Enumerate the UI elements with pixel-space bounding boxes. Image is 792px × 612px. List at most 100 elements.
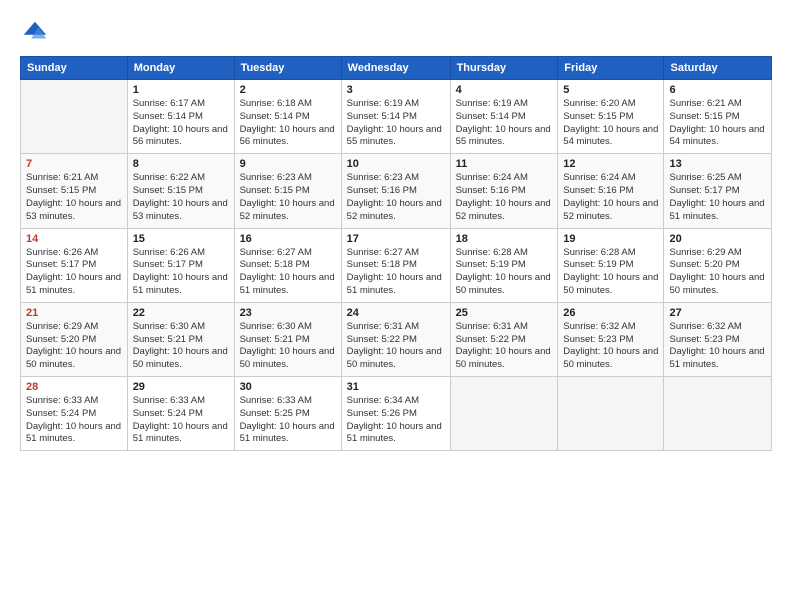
calendar-cell: 18 Sunrise: 6:28 AM Sunset: 5:19 PM Dayli… (450, 228, 558, 302)
logo (20, 18, 52, 46)
day-number: 9 (240, 158, 336, 170)
calendar-cell: 19 Sunrise: 6:28 AM Sunset: 5:19 PM Dayli… (558, 228, 664, 302)
day-number: 6 (669, 84, 766, 96)
calendar-cell: 9 Sunrise: 6:23 AM Sunset: 5:15 PM Daylig… (234, 154, 341, 228)
calendar-cell: 20 Sunrise: 6:29 AM Sunset: 5:20 PM Dayli… (664, 228, 772, 302)
weekday-header-cell: Tuesday (234, 57, 341, 80)
calendar-cell: 8 Sunrise: 6:22 AM Sunset: 5:15 PM Daylig… (127, 154, 234, 228)
day-info: Sunrise: 6:23 AM Sunset: 5:15 PM Dayligh… (240, 172, 336, 223)
day-info: Sunrise: 6:17 AM Sunset: 5:14 PM Dayligh… (133, 98, 229, 149)
day-number: 1 (133, 84, 229, 96)
weekday-header-cell: Thursday (450, 57, 558, 80)
day-info: Sunrise: 6:33 AM Sunset: 5:24 PM Dayligh… (133, 395, 229, 446)
day-number: 21 (26, 307, 122, 319)
day-info: Sunrise: 6:21 AM Sunset: 5:15 PM Dayligh… (26, 172, 122, 223)
header (20, 18, 772, 46)
calendar-cell: 13Sunrise: 6:25 AM Sunset: 5:17 PM Dayli… (664, 154, 772, 228)
calendar-cell: 22 Sunrise: 6:30 AM Sunset: 5:21 PM Dayli… (127, 302, 234, 376)
day-info: Sunrise: 6:33 AM Sunset: 5:25 PM Dayligh… (240, 395, 336, 446)
calendar-cell (21, 80, 128, 154)
calendar-cell: 2Sunrise: 6:18 AM Sunset: 5:14 PM Daylig… (234, 80, 341, 154)
calendar-cell: 7Sunrise: 6:21 AM Sunset: 5:15 PM Daylig… (21, 154, 128, 228)
day-info: Sunrise: 6:23 AM Sunset: 5:16 PM Dayligh… (347, 172, 445, 223)
day-number: 31 (347, 381, 445, 393)
day-info: Sunrise: 6:31 AM Sunset: 5:22 PM Dayligh… (347, 321, 445, 372)
day-number: 20 (669, 233, 766, 245)
weekday-header-cell: Wednesday (341, 57, 450, 80)
day-info: Sunrise: 6:33 AM Sunset: 5:24 PM Dayligh… (26, 395, 122, 446)
calendar-cell: 31 Sunrise: 6:34 AM Sunset: 5:26 PM Dayli… (341, 377, 450, 451)
calendar-cell: 21 Sunrise: 6:29 AM Sunset: 5:20 PM Dayli… (21, 302, 128, 376)
logo-icon (20, 18, 48, 46)
day-info: Sunrise: 6:19 AM Sunset: 5:14 PM Dayligh… (347, 98, 445, 149)
calendar-cell: 29 Sunrise: 6:33 AM Sunset: 5:24 PM Dayli… (127, 377, 234, 451)
day-info: Sunrise: 6:31 AM Sunset: 5:22 PM Dayligh… (456, 321, 553, 372)
calendar-cell: 14 Sunrise: 6:26 AM Sunset: 5:17 PM Dayli… (21, 228, 128, 302)
day-number: 23 (240, 307, 336, 319)
day-number: 3 (347, 84, 445, 96)
calendar-cell: 24 Sunrise: 6:31 AM Sunset: 5:22 PM Dayli… (341, 302, 450, 376)
day-number: 15 (133, 233, 229, 245)
calendar-cell: 5 Sunrise: 6:20 AM Sunset: 5:15 PM Daylig… (558, 80, 664, 154)
day-info: Sunrise: 6:29 AM Sunset: 5:20 PM Dayligh… (669, 247, 766, 298)
calendar-cell: 6 Sunrise: 6:21 AM Sunset: 5:15 PM Daylig… (664, 80, 772, 154)
weekday-header-cell: Saturday (664, 57, 772, 80)
calendar-cell: 4 Sunrise: 6:19 AM Sunset: 5:14 PM Daylig… (450, 80, 558, 154)
day-info: Sunrise: 6:27 AM Sunset: 5:18 PM Dayligh… (347, 247, 445, 298)
day-number: 27 (669, 307, 766, 319)
calendar-cell: 11Sunrise: 6:24 AM Sunset: 5:16 PM Dayli… (450, 154, 558, 228)
page: SundayMondayTuesdayWednesdayThursdayFrid… (0, 0, 792, 612)
day-info: Sunrise: 6:24 AM Sunset: 5:16 PM Dayligh… (563, 172, 658, 223)
day-info: Sunrise: 6:19 AM Sunset: 5:14 PM Dayligh… (456, 98, 553, 149)
day-number: 5 (563, 84, 658, 96)
day-info: Sunrise: 6:30 AM Sunset: 5:21 PM Dayligh… (133, 321, 229, 372)
calendar-cell: 12 Sunrise: 6:24 AM Sunset: 5:16 PM Dayli… (558, 154, 664, 228)
calendar-cell: 23 Sunrise: 6:30 AM Sunset: 5:21 PM Dayli… (234, 302, 341, 376)
day-number: 28 (26, 381, 122, 393)
calendar: SundayMondayTuesdayWednesdayThursdayFrid… (20, 56, 772, 451)
day-info: Sunrise: 6:28 AM Sunset: 5:19 PM Dayligh… (563, 247, 658, 298)
day-info: Sunrise: 6:22 AM Sunset: 5:15 PM Dayligh… (133, 172, 229, 223)
day-number: 16 (240, 233, 336, 245)
weekday-header-cell: Monday (127, 57, 234, 80)
day-info: Sunrise: 6:27 AM Sunset: 5:18 PM Dayligh… (240, 247, 336, 298)
day-info: Sunrise: 6:26 AM Sunset: 5:17 PM Dayligh… (133, 247, 229, 298)
day-info: Sunrise: 6:32 AM Sunset: 5:23 PM Dayligh… (669, 321, 766, 372)
calendar-cell: 30 Sunrise: 6:33 AM Sunset: 5:25 PM Dayli… (234, 377, 341, 451)
day-number: 19 (563, 233, 658, 245)
day-info: Sunrise: 6:25 AM Sunset: 5:17 PM Dayligh… (669, 172, 766, 223)
calendar-cell (664, 377, 772, 451)
day-number: 25 (456, 307, 553, 319)
calendar-cell: 28 Sunrise: 6:33 AM Sunset: 5:24 PM Dayli… (21, 377, 128, 451)
calendar-cell: 10 Sunrise: 6:23 AM Sunset: 5:16 PM Dayli… (341, 154, 450, 228)
day-number: 24 (347, 307, 445, 319)
day-info: Sunrise: 6:34 AM Sunset: 5:26 PM Dayligh… (347, 395, 445, 446)
day-number: 2 (240, 84, 336, 96)
day-number: 8 (133, 158, 229, 170)
day-number: 22 (133, 307, 229, 319)
day-info: Sunrise: 6:24 AM Sunset: 5:16 PM Dayligh… (456, 172, 553, 223)
day-number: 17 (347, 233, 445, 245)
day-number: 12 (563, 158, 658, 170)
day-number: 29 (133, 381, 229, 393)
day-info: Sunrise: 6:28 AM Sunset: 5:19 PM Dayligh… (456, 247, 553, 298)
day-number: 14 (26, 233, 122, 245)
calendar-cell: 26Sunrise: 6:32 AM Sunset: 5:23 PM Dayli… (558, 302, 664, 376)
weekday-header-cell: Sunday (21, 57, 128, 80)
calendar-cell: 15 Sunrise: 6:26 AM Sunset: 5:17 PM Dayli… (127, 228, 234, 302)
day-number: 10 (347, 158, 445, 170)
calendar-cell: 25 Sunrise: 6:31 AM Sunset: 5:22 PM Dayli… (450, 302, 558, 376)
day-number: 30 (240, 381, 336, 393)
day-info: Sunrise: 6:29 AM Sunset: 5:20 PM Dayligh… (26, 321, 122, 372)
calendar-cell: 1 Sunrise: 6:17 AM Sunset: 5:14 PM Daylig… (127, 80, 234, 154)
day-info: Sunrise: 6:26 AM Sunset: 5:17 PM Dayligh… (26, 247, 122, 298)
day-info: Sunrise: 6:20 AM Sunset: 5:15 PM Dayligh… (563, 98, 658, 149)
calendar-cell: 16 Sunrise: 6:27 AM Sunset: 5:18 PM Dayli… (234, 228, 341, 302)
day-info: Sunrise: 6:21 AM Sunset: 5:15 PM Dayligh… (669, 98, 766, 149)
calendar-cell (450, 377, 558, 451)
day-number: 18 (456, 233, 553, 245)
calendar-cell: 3 Sunrise: 6:19 AM Sunset: 5:14 PM Daylig… (341, 80, 450, 154)
day-number: 4 (456, 84, 553, 96)
calendar-cell: 17 Sunrise: 6:27 AM Sunset: 5:18 PM Dayli… (341, 228, 450, 302)
day-info: Sunrise: 6:30 AM Sunset: 5:21 PM Dayligh… (240, 321, 336, 372)
